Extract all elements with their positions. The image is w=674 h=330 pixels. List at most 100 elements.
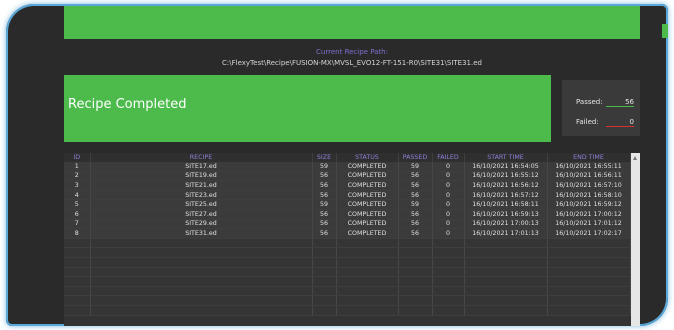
column-header-recipe[interactable]: RECIPE — [90, 153, 313, 162]
cell-recipe: SITE25.ed — [90, 199, 313, 210]
empty-table-row — [64, 267, 631, 278]
cell-size: 56 — [312, 228, 337, 239]
table-row[interactable]: 3 SITE21.ed 56 COMPLETED 56 0 16/10/2021… — [64, 180, 631, 191]
cell-passed: 56 — [398, 171, 433, 182]
cell-size: 59 — [312, 199, 337, 210]
cell-end-time: 16/10/2021 16:58:10 — [547, 190, 631, 201]
cell-passed: 56 — [398, 219, 433, 230]
cell-failed: 0 — [432, 162, 465, 172]
empty-table-row — [64, 286, 631, 297]
cell-failed: 0 — [432, 171, 465, 182]
table-row[interactable]: 7 SITE29.ed 56 COMPLETED 56 0 16/10/2021… — [64, 219, 631, 230]
cell-passed: 56 — [398, 190, 433, 201]
column-header-id[interactable]: ID — [64, 153, 91, 162]
cell-size: 56 — [312, 180, 337, 191]
top-status-bar — [64, 6, 640, 39]
cell-passed: 59 — [398, 162, 433, 172]
cell-recipe: SITE29.ed — [90, 219, 313, 230]
empty-table-row — [64, 276, 631, 287]
cell-status: COMPLETED — [336, 219, 399, 230]
cell-end-time: 16/10/2021 17:00:12 — [547, 209, 631, 220]
failed-count-row: Failed: 0 — [576, 115, 634, 129]
column-header-start-time[interactable]: START TIME — [464, 153, 548, 162]
column-header-status[interactable]: STATUS — [336, 153, 399, 162]
table-row[interactable]: 1 SITE17.ed 59 COMPLETED 59 0 16/10/2021… — [64, 162, 631, 172]
cell-failed: 0 — [432, 190, 465, 201]
table-row[interactable]: 5 SITE25.ed 59 COMPLETED 59 0 16/10/2021… — [64, 199, 631, 210]
cell-id: 8 — [64, 228, 91, 239]
column-header-end-time[interactable]: END TIME — [547, 153, 631, 162]
table-row[interactable]: 4 SITE23.ed 56 COMPLETED 56 0 16/10/2021… — [64, 190, 631, 201]
cell-failed: 0 — [432, 228, 465, 239]
cell-end-time: 16/10/2021 17:01:12 — [547, 219, 631, 230]
cell-size: 59 — [312, 162, 337, 172]
recipe-path-value: C:\FlexyTest\Recipe\FUSION-MX\MVSL_EVO12… — [222, 59, 482, 67]
recipe-status-text: Recipe Completed — [68, 97, 187, 112]
cell-recipe: SITE17.ed — [90, 162, 313, 172]
cell-start-time: 16/10/2021 16:54:05 — [464, 162, 548, 172]
cell-size: 56 — [312, 190, 337, 201]
side-indicator — [662, 24, 668, 38]
cell-size: 56 — [312, 219, 337, 230]
cell-id: 6 — [64, 209, 91, 220]
cell-passed: 56 — [398, 228, 433, 239]
cell-status: COMPLETED — [336, 228, 399, 239]
cell-failed: 0 — [432, 219, 465, 230]
cell-start-time: 16/10/2021 16:55:12 — [464, 171, 548, 182]
cell-start-time: 16/10/2021 17:01:13 — [464, 228, 548, 239]
cell-end-time: 16/10/2021 17:02:17 — [547, 228, 631, 239]
cell-recipe: SITE31.ed — [90, 228, 313, 239]
empty-table-row — [64, 247, 631, 258]
cell-status: COMPLETED — [336, 199, 399, 210]
passed-value: 56 — [606, 98, 634, 107]
cell-status: COMPLETED — [336, 171, 399, 182]
column-header-failed[interactable]: FAILED — [432, 153, 465, 162]
column-header-passed[interactable]: PASSED — [398, 153, 433, 162]
recipe-status-panel: Recipe Completed — [64, 75, 551, 142]
cell-recipe: SITE21.ed — [90, 180, 313, 191]
cell-start-time: 16/10/2021 16:56:12 — [464, 180, 548, 191]
table-header-row: ID RECIPE SIZE STATUS PASSED FAILED STAR… — [64, 153, 631, 162]
column-header-size[interactable]: SIZE — [312, 153, 337, 162]
cell-recipe: SITE23.ed — [90, 190, 313, 201]
empty-table-row — [64, 295, 631, 306]
failed-label: Failed: — [576, 118, 599, 126]
cell-id: 5 — [64, 199, 91, 210]
cell-id: 2 — [64, 171, 91, 182]
cell-recipe: SITE27.ed — [90, 209, 313, 220]
cell-end-time: 16/10/2021 16:55:11 — [547, 162, 631, 172]
empty-table-row — [64, 238, 631, 249]
empty-table-row — [64, 305, 631, 316]
cell-failed: 0 — [432, 199, 465, 210]
table-row[interactable]: 8 SITE31.ed 56 COMPLETED 56 0 16/10/2021… — [64, 228, 631, 239]
cell-failed: 0 — [432, 209, 465, 220]
result-counts-panel: Passed: 56 Failed: 0 — [562, 80, 640, 136]
cell-passed: 56 — [398, 209, 433, 220]
table-row[interactable]: 6 SITE27.ed 56 COMPLETED 56 0 16/10/2021… — [64, 209, 631, 220]
cell-id: 1 — [64, 162, 91, 172]
cell-status: COMPLETED — [336, 180, 399, 191]
recipe-path-label: Current Recipe Path: — [316, 48, 388, 56]
cell-status: COMPLETED — [336, 209, 399, 220]
cell-start-time: 16/10/2021 17:00:13 — [464, 219, 548, 230]
cell-id: 7 — [64, 219, 91, 230]
cell-end-time: 16/10/2021 16:57:10 — [547, 180, 631, 191]
table-scrollbar[interactable] — [631, 153, 640, 326]
cell-size: 56 — [312, 171, 337, 182]
cell-failed: 0 — [432, 180, 465, 191]
scroll-up-arrow-icon[interactable] — [633, 156, 637, 160]
app-window: Current Recipe Path: C:\FlexyTest\Recipe… — [6, 4, 668, 326]
cell-start-time: 16/10/2021 16:59:13 — [464, 209, 548, 220]
passed-label: Passed: — [576, 98, 603, 106]
cell-status: COMPLETED — [336, 162, 399, 172]
failed-value: 0 — [606, 118, 634, 127]
cell-id: 3 — [64, 180, 91, 191]
cell-size: 56 — [312, 209, 337, 220]
empty-table-row — [64, 257, 631, 268]
cell-recipe: SITE19.ed — [90, 171, 313, 182]
table-row[interactable]: 2 SITE19.ed 56 COMPLETED 56 0 16/10/2021… — [64, 171, 631, 182]
cell-passed: 59 — [398, 199, 433, 210]
recipe-results-table: ID RECIPE SIZE STATUS PASSED FAILED STAR… — [64, 153, 640, 326]
cell-id: 4 — [64, 190, 91, 201]
passed-count-row: Passed: 56 — [576, 95, 634, 109]
